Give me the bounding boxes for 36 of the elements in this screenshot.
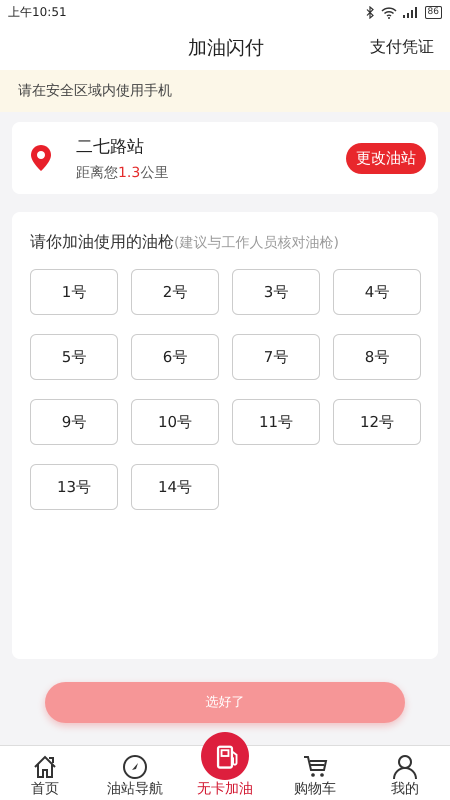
nozzle-option[interactable]: 14号	[131, 464, 219, 510]
tab-item[interactable]: 首页	[0, 746, 90, 800]
tab-item[interactable]: 我的	[360, 746, 450, 800]
wifi-icon	[380, 6, 397, 18]
nozzle-option[interactable]: 9号	[30, 399, 118, 445]
nozzle-option[interactable]: 11号	[232, 399, 320, 445]
nozzle-option[interactable]: 3号	[232, 269, 320, 315]
station-distance: 距离您1.3公里	[76, 164, 170, 182]
nozzle-option[interactable]: 13号	[30, 464, 118, 510]
bluetooth-icon	[366, 6, 375, 19]
change-station-button[interactable]: 更改油站	[346, 142, 426, 174]
payment-receipt-link[interactable]: 支付凭证	[370, 37, 434, 58]
nozzle-option[interactable]: 6号	[131, 334, 219, 380]
nozzle-option[interactable]: 10号	[131, 399, 219, 445]
nozzle-prompt: 请你加油使用的油枪(建议与工作人员核对油枪)	[30, 232, 340, 253]
battery-level: 86	[424, 6, 442, 19]
status-time: 上午10:51	[8, 4, 67, 21]
nozzle-option[interactable]: 12号	[333, 399, 421, 445]
person-icon	[392, 754, 418, 780]
nozzle-option[interactable]: 1号	[30, 269, 118, 315]
compass-icon	[122, 754, 148, 780]
nozzle-option[interactable]: 2号	[131, 269, 219, 315]
tab-item[interactable]: 购物车	[270, 746, 360, 800]
nozzle-option[interactable]: 7号	[232, 334, 320, 380]
page-title: 加油闪付	[188, 36, 264, 60]
nozzle-option[interactable]: 5号	[30, 334, 118, 380]
nozzle-option[interactable]: 4号	[333, 269, 421, 315]
home-icon	[32, 754, 58, 780]
signal-icon	[402, 7, 419, 18]
station-name: 二七路站	[76, 136, 145, 158]
tab-item[interactable]: 油站导航	[90, 746, 180, 800]
cart-icon	[302, 754, 328, 780]
safety-notice: 请在安全区域内使用手机	[0, 70, 450, 112]
location-pin-icon	[30, 144, 52, 172]
nozzle-option[interactable]: 8号	[333, 334, 421, 380]
tab-item[interactable]: 无卡加油	[180, 728, 270, 800]
